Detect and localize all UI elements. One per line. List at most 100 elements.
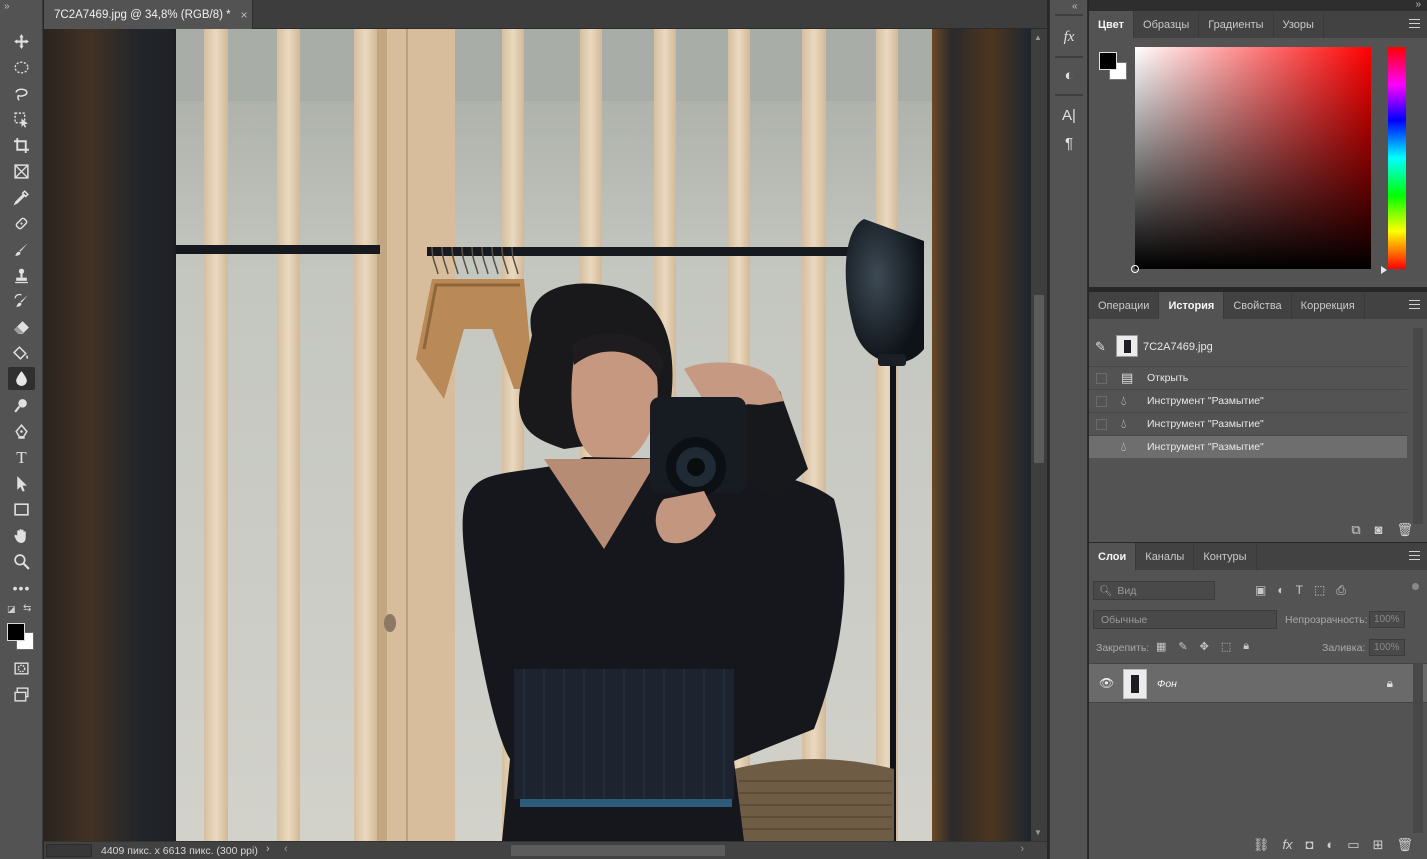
link-layers-icon[interactable]: ⛓︎ <box>1253 837 1270 853</box>
hue-slider[interactable] <box>1381 47 1406 274</box>
filter-pixel-icon[interactable]: ▣ <box>1255 583 1266 598</box>
eraser-icon[interactable] <box>8 316 35 339</box>
document-tab[interactable]: 7C2A7469.jpg @ 34,8% (RGB/8) * × <box>44 0 253 29</box>
layers-scrollbar[interactable] <box>1413 663 1423 833</box>
pen-icon[interactable] <box>8 420 35 443</box>
stamp-icon[interactable] <box>8 264 35 287</box>
tab-adjustments[interactable]: Коррекция <box>1292 292 1365 319</box>
lock-transparency-icon[interactable]: ▦ <box>1156 640 1166 653</box>
horizontal-scroll-thumb[interactable] <box>511 845 725 856</box>
filter-toggle[interactable] <box>1412 583 1419 590</box>
opacity-field[interactable]: 100% <box>1369 611 1405 628</box>
color-field[interactable] <box>1131 47 1371 273</box>
zoom-icon[interactable] <box>8 550 35 573</box>
panel-menu-icon[interactable] <box>1409 551 1420 560</box>
lock-position-icon[interactable]: ✥ <box>1200 640 1209 653</box>
styles-fx-icon[interactable]: fx <box>1058 26 1080 48</box>
marquee-icon[interactable] <box>8 56 35 79</box>
new-group-icon[interactable]: ▭ <box>1347 837 1359 853</box>
brush-icon[interactable] <box>8 238 35 261</box>
filter-adjustment-icon[interactable]: ◐ <box>1277 583 1284 598</box>
frame-icon[interactable] <box>8 160 35 183</box>
quick-mask-icon[interactable] <box>8 657 35 680</box>
vertical-scroll-thumb[interactable] <box>1034 295 1044 463</box>
new-document-from-state-icon[interactable]: ⧉ <box>1351 522 1360 538</box>
eye-icon[interactable]: 👁︎ <box>1099 676 1114 690</box>
adjustment-layer-icon[interactable]: ◐ <box>1326 837 1334 853</box>
zoom-field[interactable] <box>46 844 92 857</box>
layer-name[interactable]: Фон <box>1157 678 1177 690</box>
swap-colors-icon[interactable]: ⇆ <box>23 603 31 614</box>
horizontal-scrollbar[interactable]: ‹ › <box>284 843 1024 857</box>
more-tools-icon[interactable]: ••• <box>8 576 35 599</box>
chevron-right-icon[interactable]: › <box>266 843 270 855</box>
filter-type-icon[interactable]: T <box>1296 583 1303 598</box>
default-colors-icon[interactable]: ◪ <box>7 604 16 615</box>
lock-icon[interactable]: 🔒︎ <box>1387 676 1393 691</box>
hand-icon[interactable] <box>8 524 35 547</box>
scroll-up-icon[interactable]: ▲ <box>1034 33 1042 42</box>
layer-row[interactable]: 👁︎ Фон 🔒︎ <box>1089 663 1427 703</box>
rectangle-icon[interactable] <box>8 498 35 521</box>
vertical-scrollbar[interactable]: ▲ ▼ <box>1031 29 1047 841</box>
history-brush-checkbox[interactable] <box>1096 396 1107 407</box>
close-icon[interactable]: × <box>241 8 248 22</box>
history-scrollbar[interactable] <box>1413 328 1423 524</box>
collapse-icon[interactable]: » <box>4 1 10 12</box>
history-item-selected[interactable]: 💧︎ Инструмент "Размытие" <box>1089 435 1407 458</box>
history-brush-checkbox[interactable] <box>1096 442 1107 453</box>
object-select-icon[interactable] <box>8 108 35 131</box>
new-layer-icon[interactable]: ⊞ <box>1373 837 1384 853</box>
scroll-left-icon[interactable]: ‹ <box>284 843 288 855</box>
crop-icon[interactable] <box>8 134 35 157</box>
foreground-color-swatch[interactable] <box>1099 52 1117 70</box>
tab-paths[interactable]: Контуры <box>1194 543 1257 570</box>
eyedropper-icon[interactable] <box>8 186 35 209</box>
lock-artboard-icon[interactable]: ⬚ <box>1221 640 1231 653</box>
tab-color[interactable]: Цвет <box>1089 11 1135 38</box>
type-icon[interactable]: T <box>8 446 35 469</box>
add-mask-icon[interactable]: ◘ <box>1306 837 1314 853</box>
fill-field[interactable]: 100% <box>1369 639 1405 656</box>
trash-icon[interactable]: 🗑︎ <box>1396 522 1413 538</box>
scroll-down-icon[interactable]: ▼ <box>1034 828 1042 837</box>
dodge-icon[interactable] <box>8 394 35 417</box>
trash-icon[interactable]: 🗑︎ <box>1396 837 1413 853</box>
history-item[interactable]: 💧︎ Инструмент "Размытие" <box>1089 412 1407 435</box>
hue-slider-handle[interactable] <box>1381 266 1387 274</box>
tab-swatches[interactable]: Образцы <box>1134 11 1200 38</box>
lock-all-icon[interactable]: 🔒︎ <box>1243 640 1249 653</box>
collapse-icon[interactable]: » <box>1415 0 1421 10</box>
paragraph-icon[interactable]: ¶ <box>1058 132 1080 154</box>
blur-icon[interactable] <box>8 367 35 390</box>
layer-filter-select[interactable]: 🔍︎ Вид <box>1093 581 1215 600</box>
tab-layers[interactable]: Слои <box>1089 543 1137 570</box>
collapse-icon[interactable]: « <box>1072 1 1078 12</box>
color-picker-cursor[interactable] <box>1131 265 1139 273</box>
history-snapshot[interactable]: ✎ 7C2A7469.jpg <box>1089 330 1407 364</box>
camera-icon[interactable]: ◙ <box>1375 522 1383 538</box>
bucket-icon[interactable] <box>8 342 35 365</box>
foreground-color-swatch[interactable] <box>7 623 25 641</box>
path-select-icon[interactable] <box>8 472 35 495</box>
history-item[interactable]: ▤ Открыть <box>1089 366 1407 389</box>
layer-style-fx-icon[interactable]: fx <box>1282 837 1292 853</box>
panel-menu-icon[interactable] <box>1409 19 1420 28</box>
tab-gradients[interactable]: Градиенты <box>1199 11 1274 38</box>
tab-patterns[interactable]: Узоры <box>1274 11 1324 38</box>
history-brush-checkbox[interactable] <box>1096 419 1107 430</box>
healing-icon[interactable] <box>8 212 35 235</box>
history-brush-source-icon[interactable]: ✎ <box>1095 339 1111 355</box>
screen-mode-icon[interactable] <box>8 683 35 706</box>
history-brush-icon[interactable] <box>8 290 35 313</box>
tab-channels[interactable]: Каналы <box>1136 543 1195 570</box>
panel-menu-icon[interactable] <box>1409 300 1420 309</box>
tab-actions[interactable]: Операции <box>1089 292 1160 319</box>
blend-mode-select[interactable]: Обычные <box>1093 610 1277 629</box>
filter-shape-icon[interactable]: ⬚ <box>1314 583 1325 598</box>
history-brush-checkbox[interactable] <box>1096 373 1107 384</box>
tab-history[interactable]: История <box>1159 292 1225 319</box>
move-icon[interactable] <box>8 30 35 53</box>
character-icon[interactable]: A| <box>1058 104 1080 126</box>
lock-pixels-icon[interactable]: ✎ <box>1178 640 1187 653</box>
